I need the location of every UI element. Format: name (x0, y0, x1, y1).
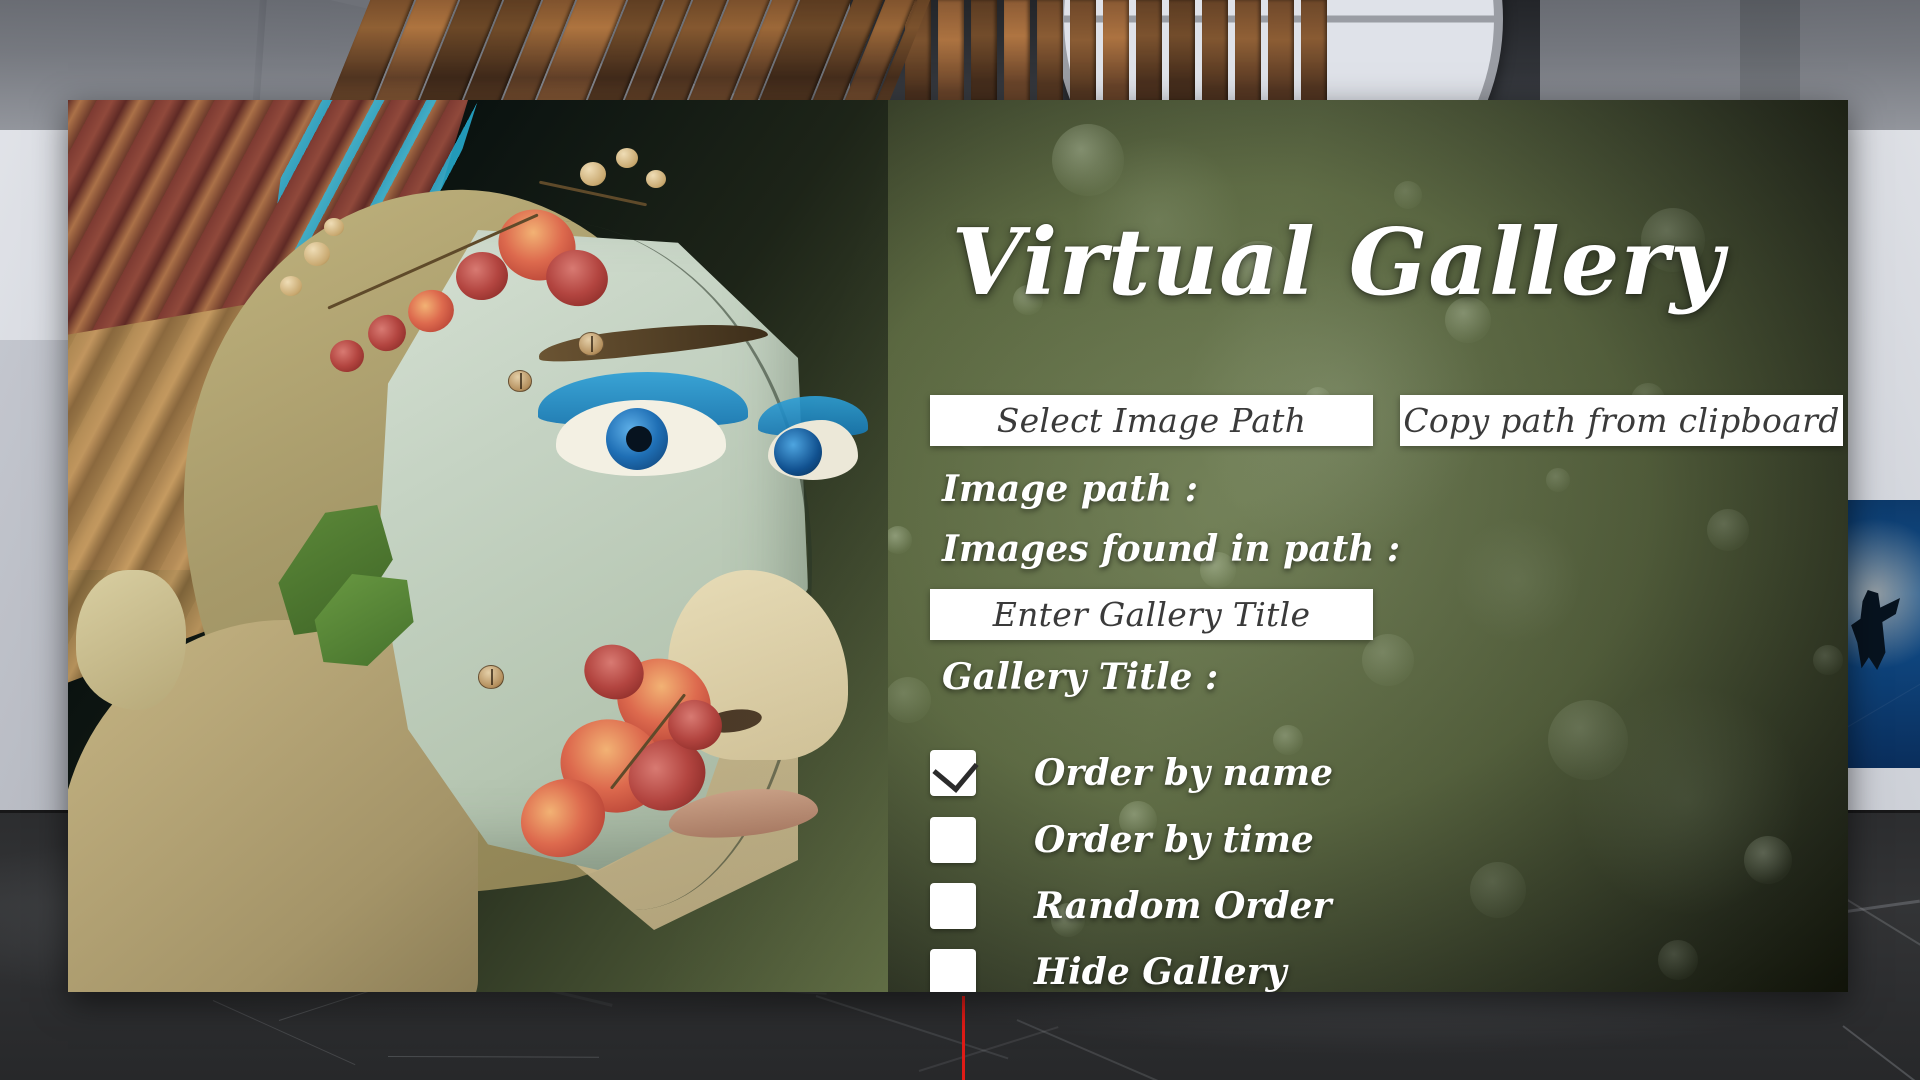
wood-slat (1235, 0, 1261, 110)
checkbox-label: Order by time (1034, 819, 1314, 861)
checkbox-box[interactable] (930, 817, 976, 863)
app-window: Virtual Gallery Select Image Path Copy p… (0, 0, 1920, 1080)
select-image-path-button[interactable]: Select Image Path (930, 395, 1373, 446)
wood-slat (1169, 0, 1195, 101)
wood-slat (1268, 0, 1294, 113)
checkbox-order-by-time[interactable]: Order by time (930, 818, 1314, 862)
artwork-figure-silhouette (1848, 590, 1900, 670)
cursor-marker-line (962, 996, 965, 1080)
enter-gallery-title-input[interactable]: Enter Gallery Title (930, 589, 1373, 640)
floor-crack (919, 1026, 1059, 1072)
wood-slat (1103, 0, 1129, 107)
ceiling-slats (905, 0, 1335, 112)
checkbox-box[interactable] (930, 750, 976, 796)
wood-slat (1004, 0, 1030, 103)
floor-crack (816, 995, 1009, 1059)
image-path-label: Image path : (942, 468, 1198, 510)
wood-slat (971, 0, 997, 101)
checkbox-box[interactable] (930, 883, 976, 929)
floor-crack (213, 1000, 356, 1065)
copy-path-from-clipboard-button[interactable]: Copy path from clipboard (1400, 395, 1843, 446)
checkbox-box[interactable] (930, 949, 976, 992)
wood-slat (1202, 0, 1228, 110)
checkbox-order-by-name[interactable]: Order by name (930, 751, 1333, 795)
wood-slat (1301, 0, 1327, 109)
checkbox-label: Random Order (1034, 885, 1331, 927)
wood-slat (1136, 0, 1162, 101)
page-title: Virtual Gallery (888, 208, 1788, 316)
ceiling-wood-beams (326, 0, 934, 110)
wood-slat (938, 0, 964, 114)
gallery-title-label: Gallery Title : (942, 656, 1218, 698)
panel-ui-layer: Virtual Gallery Select Image Path Copy p… (68, 100, 1848, 992)
floor-crack (388, 1056, 599, 1058)
gallery-setup-panel: Virtual Gallery Select Image Path Copy p… (68, 100, 1848, 992)
wood-slat (1037, 0, 1063, 104)
images-found-in-path-label: Images found in path : (942, 528, 1400, 570)
checkbox-hide-gallery[interactable]: Hide Gallery (930, 950, 1287, 992)
checkbox-label: Hide Gallery (1034, 951, 1287, 992)
checkbox-random-order[interactable]: Random Order (930, 884, 1331, 928)
wood-slat (1070, 0, 1096, 114)
checkbox-label: Order by name (1034, 752, 1333, 794)
check-icon (932, 746, 978, 793)
floor-crack (1842, 1025, 1920, 1080)
